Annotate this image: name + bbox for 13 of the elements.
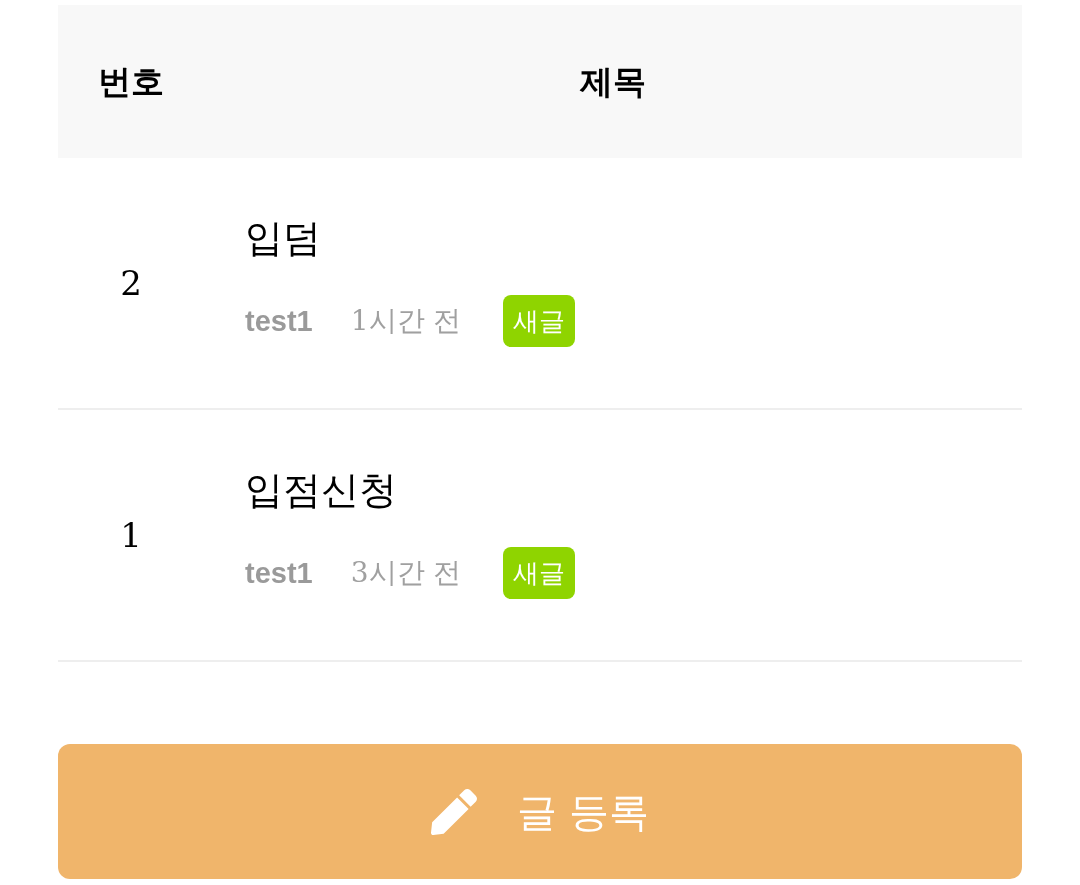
pencil-icon xyxy=(430,788,477,835)
post-author: test1 xyxy=(245,306,313,336)
post-title[interactable]: 입점신청 xyxy=(245,471,397,509)
new-post-badge: 새글 xyxy=(503,547,576,599)
post-number: 1 xyxy=(120,518,142,552)
post-author: test1 xyxy=(245,558,313,588)
post-time: 3시간 전 xyxy=(350,559,462,587)
post-title[interactable]: 입덤 xyxy=(245,219,321,257)
column-header: 번호 xyxy=(98,65,164,98)
post-number: 2 xyxy=(120,266,142,300)
column-header: 제목 xyxy=(580,65,646,98)
post-time: 1시간 전 xyxy=(350,307,462,335)
new-post-badge: 새글 xyxy=(503,295,576,347)
